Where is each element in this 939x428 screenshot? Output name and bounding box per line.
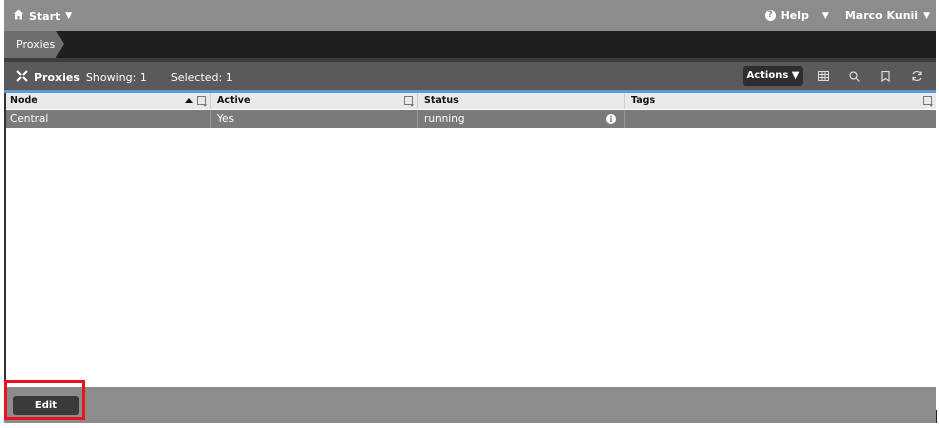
actions-label: Actions [746,70,789,81]
column-header-active[interactable]: Active [211,93,418,109]
status-text: running [424,113,465,125]
chevron-down-icon: ▼ [821,10,829,21]
showing-count: Showing: 1 [85,71,147,84]
refresh-icon[interactable] [909,68,925,84]
home-icon [13,9,24,23]
start-label: Start [29,9,61,23]
bookmark-icon[interactable] [877,68,893,84]
proxies-table: Node Active Status Tags Central Yes runn… [4,93,936,128]
table-row[interactable]: Central Yes running i [4,110,936,128]
filter-icon[interactable] [404,96,414,107]
table-header: Node Active Status Tags [4,93,936,109]
column-header-tags[interactable]: Tags [625,93,936,109]
breadcrumb: Proxies [4,31,936,58]
cell-active: Yes [211,110,418,128]
breadcrumb-proxies[interactable]: Proxies [4,31,64,58]
column-label: Node [10,95,38,106]
cell-status: running i [418,110,625,128]
cell-tags [625,110,936,128]
column-label: Tags [631,95,656,106]
page-title: Proxies [34,71,80,84]
sort-ascending-icon[interactable] [185,98,193,103]
selected-count: Selected: 1 [170,71,233,84]
filter-icon[interactable] [197,96,207,107]
search-icon[interactable] [846,68,862,84]
column-header-node[interactable]: Node [4,93,211,109]
actions-button[interactable]: Actions ▼ [743,66,803,86]
info-icon[interactable]: i [606,114,616,124]
table-toolbar: Proxies Showing: 1 Selected: 1 Actions ▼ [4,62,936,90]
chevron-down-icon: ▼ [65,11,73,21]
column-label: Active [217,95,251,106]
divider [936,410,937,423]
chevron-down-icon: ▼ [923,10,930,21]
help-label: Help [780,9,809,22]
chevron-down-icon: ▼ [791,70,800,81]
divider [4,93,6,387]
top-bar: Start ▼ ? Help ▼ Marco Kunii ▼ [4,0,936,31]
columns-icon[interactable] [815,68,831,84]
highlight-box [4,380,85,420]
app-window: Start ▼ ? Help ▼ Marco Kunii ▼ Proxies P… [4,0,936,423]
footer-bar: Edit [4,387,936,423]
filter-icon[interactable] [923,96,933,107]
help-icon: ? [764,10,776,21]
user-menu[interactable]: Marco Kunii ▼ [845,9,930,22]
help-menu[interactable]: ? Help ▼ [764,9,829,22]
cell-node: Central [4,110,211,128]
column-header-status[interactable]: Status [418,93,625,109]
proxies-icon [16,70,28,85]
column-label: Status [424,95,459,106]
start-menu[interactable]: Start ▼ [13,9,72,23]
user-label: Marco Kunii [844,9,919,22]
